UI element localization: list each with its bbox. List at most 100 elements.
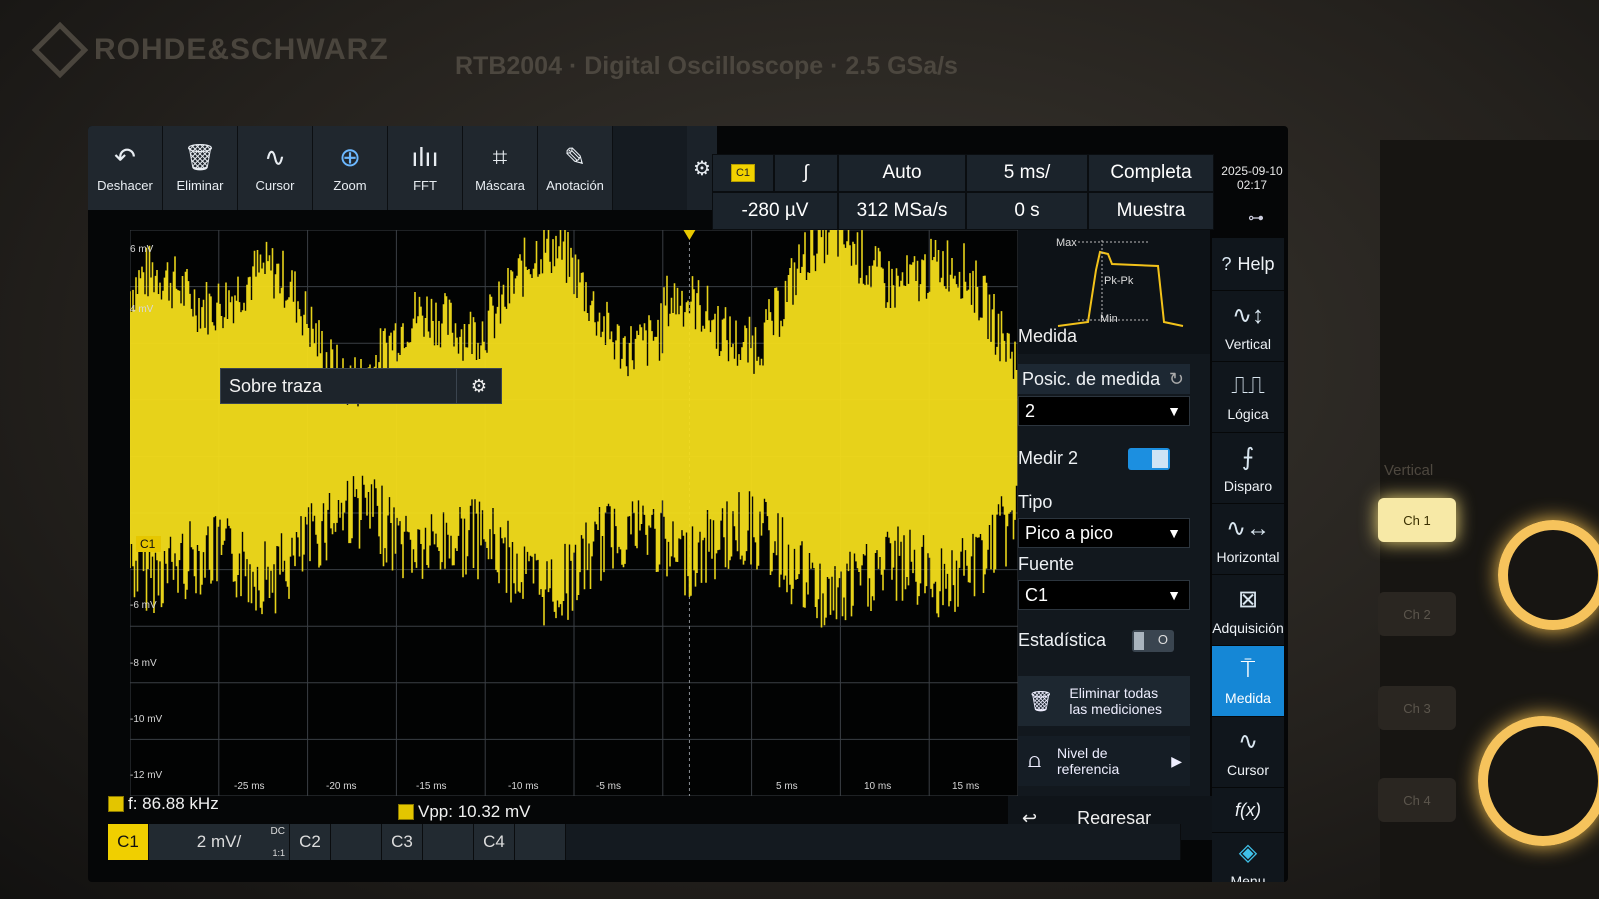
undo-button[interactable]: ↶ Deshacer	[88, 126, 163, 210]
fft-button[interactable]: ılıı FFT	[388, 126, 463, 210]
trigger-level[interactable]: -280 µV	[712, 192, 838, 230]
model-label: RTB2004 · Digital Oscilloscope · 2.5 GSa…	[455, 52, 958, 80]
hw-ch4-button[interactable]: Ch 4	[1378, 778, 1456, 822]
mask-button[interactable]: ⌗ Máscara	[463, 126, 538, 210]
pencil-icon: ✎	[564, 141, 586, 172]
toggle-off-indicator: O	[1157, 632, 1168, 647]
acquisition-icon: ⊠	[1237, 585, 1259, 613]
waveform-plot[interactable]: 6 mV 4 mV -6 mV -8 mV -10 mV -12 mV -25 …	[130, 230, 1018, 796]
fft-icon: ılıı	[411, 141, 439, 172]
x-label: -25 ms	[234, 781, 265, 792]
horizontal-menu-button[interactable]: ∿↔ Horizontal	[1212, 504, 1284, 575]
channel-c4-slot[interactable]	[515, 824, 566, 860]
chevron-right-icon: ▶	[1171, 752, 1182, 769]
vertical-menu-button[interactable]: ∿↕ Vertical	[1212, 291, 1284, 362]
scale-knob[interactable]	[1478, 716, 1599, 846]
cursor-menu-button[interactable]: ∿ Cursor	[1212, 717, 1284, 788]
reference-level-icon: ⩍	[1028, 749, 1041, 772]
vpp-readout: Vpp: 10.32 mV	[398, 802, 530, 822]
help-button[interactable]: ? Help	[1212, 238, 1284, 291]
time-offset[interactable]: 0 s	[966, 192, 1088, 230]
menu-label: Menu	[1230, 872, 1266, 883]
y-label: 4 mV	[130, 304, 154, 315]
display-screen: ↶ Deshacer 🗑 Eliminar ∿ Cursor ⊕ Zoom ıl…	[88, 126, 1288, 882]
measure-icon: ⍑	[1240, 656, 1256, 683]
gear-icon[interactable]: ⚙	[456, 369, 501, 403]
channel-bar: C1 2 mV/ DC 1:1 C2 C3 C4	[108, 824, 1181, 860]
y-label: -8 mV	[130, 658, 157, 669]
c1-probe-ratio: 1:1	[272, 848, 285, 858]
cursor-label: Cursor	[255, 177, 295, 193]
channel-c3-slot[interactable]	[423, 824, 474, 860]
channel-c1-button[interactable]: C1	[108, 824, 149, 860]
annotation-button[interactable]: ✎ Anotación	[538, 126, 613, 210]
delete-all-measurements-button[interactable]: 🗑 Eliminar todas las mediciones	[1018, 676, 1190, 726]
hw-ch2-button[interactable]: Ch 2	[1378, 592, 1456, 636]
channel1-offset-marker[interactable]: C1	[136, 536, 162, 552]
timebase[interactable]: 5 ms/	[966, 154, 1088, 192]
measure-position-select[interactable]: 2 ▼	[1018, 396, 1190, 426]
type-select[interactable]: Pico a pico ▼	[1018, 518, 1190, 548]
type-label: Tipo	[1018, 492, 1053, 512]
undo-icon: ↶	[114, 141, 136, 172]
math-menu-button[interactable]: f(x)	[1212, 788, 1284, 833]
zoom-label: Zoom	[333, 177, 367, 193]
source-select[interactable]: C1 ▼	[1018, 580, 1190, 610]
zoom-button[interactable]: ⊕ Zoom	[313, 126, 388, 210]
hw-ch3-button[interactable]: Ch 3	[1378, 686, 1456, 730]
channel-c4-button[interactable]: C4	[474, 824, 515, 860]
reference-level-button[interactable]: ⩍ Nivel de referencia ▶	[1018, 736, 1190, 786]
logic-label: Lógica	[1227, 406, 1269, 422]
channel-c2-slot[interactable]	[331, 824, 382, 860]
right-menu: ? Help ∿↕ Vertical ⎍⎍ Lógica ⨍ Disparo ∿…	[1212, 238, 1284, 882]
cursor-icon: ∿	[1237, 727, 1259, 755]
trigger-menu-button[interactable]: ⨍ Disparo	[1212, 433, 1284, 504]
x-label: 15 ms	[952, 781, 980, 792]
trigger-position-marker[interactable]	[683, 230, 696, 240]
help-icon: ?	[1221, 253, 1232, 274]
trigger-label: Disparo	[1223, 477, 1273, 494]
channel-c3-button[interactable]: C3	[382, 824, 423, 860]
zoom-icon: ⊕	[339, 141, 361, 172]
date-label: 2025-09-10	[1221, 164, 1283, 178]
measure-enable-toggle[interactable]	[1128, 448, 1170, 470]
acquisition-label: Adquisición	[1212, 619, 1284, 636]
gear-icon: ⚙	[693, 157, 711, 180]
acq-range[interactable]: Completa	[1088, 154, 1214, 192]
type-value: Pico a pico	[1025, 522, 1114, 543]
overlay-popup[interactable]: Sobre traza ⚙	[220, 368, 502, 404]
channel-c1-scale[interactable]: 2 mV/ DC 1:1	[149, 824, 290, 860]
x-label: -5 ms	[596, 781, 621, 792]
vertical-icon: ∿↕	[1231, 301, 1265, 329]
statistics-toggle[interactable]: O	[1132, 630, 1174, 652]
toggle-knob	[1134, 632, 1144, 650]
measure-position-label: Posic. de medida ↻	[1018, 364, 1190, 394]
channel-c2-button[interactable]: C2	[290, 824, 331, 860]
trigger-mode[interactable]: Auto	[838, 154, 966, 192]
acquisition-menu-button[interactable]: ⊠ Adquisición	[1212, 575, 1284, 646]
cursor-button[interactable]: ∿ Cursor	[238, 126, 313, 210]
sample-rate: 312 MSa/s	[838, 192, 966, 230]
main-menu-button[interactable]: ◈ Menu	[1212, 833, 1284, 882]
cursor-icon: ∿	[264, 141, 286, 172]
delete-button[interactable]: 🗑 Eliminar	[163, 126, 238, 210]
trigger-channel-badge: C1	[730, 164, 756, 182]
measure-menu-button[interactable]: ⍑ Medida	[1212, 646, 1284, 717]
hw-ch1-button[interactable]: Ch 1	[1378, 498, 1456, 542]
waveform-trace	[130, 230, 1018, 628]
acq-mode[interactable]: Muestra	[1088, 192, 1214, 230]
measure-label: Medida	[1225, 690, 1271, 706]
logic-menu-button[interactable]: ⎍⎍ Lógica	[1212, 362, 1284, 433]
position-knob[interactable]	[1498, 520, 1599, 630]
source-label: Fuente	[1018, 554, 1075, 574]
annotation-label: Anotación	[546, 177, 604, 193]
x-label: -10 ms	[508, 781, 539, 792]
reset-icon[interactable]: ↻	[1169, 369, 1184, 390]
mask-icon: ⌗	[492, 141, 508, 172]
trigger-slope[interactable]: ∫	[774, 154, 838, 192]
chevron-down-icon: ▼	[1167, 403, 1181, 419]
brand-name: ROHDE&SCHWARZ	[94, 33, 389, 66]
diagram-min-label: Min	[1100, 313, 1118, 325]
trigger-source[interactable]: C1	[712, 154, 774, 192]
x-label: -20 ms	[326, 781, 357, 792]
